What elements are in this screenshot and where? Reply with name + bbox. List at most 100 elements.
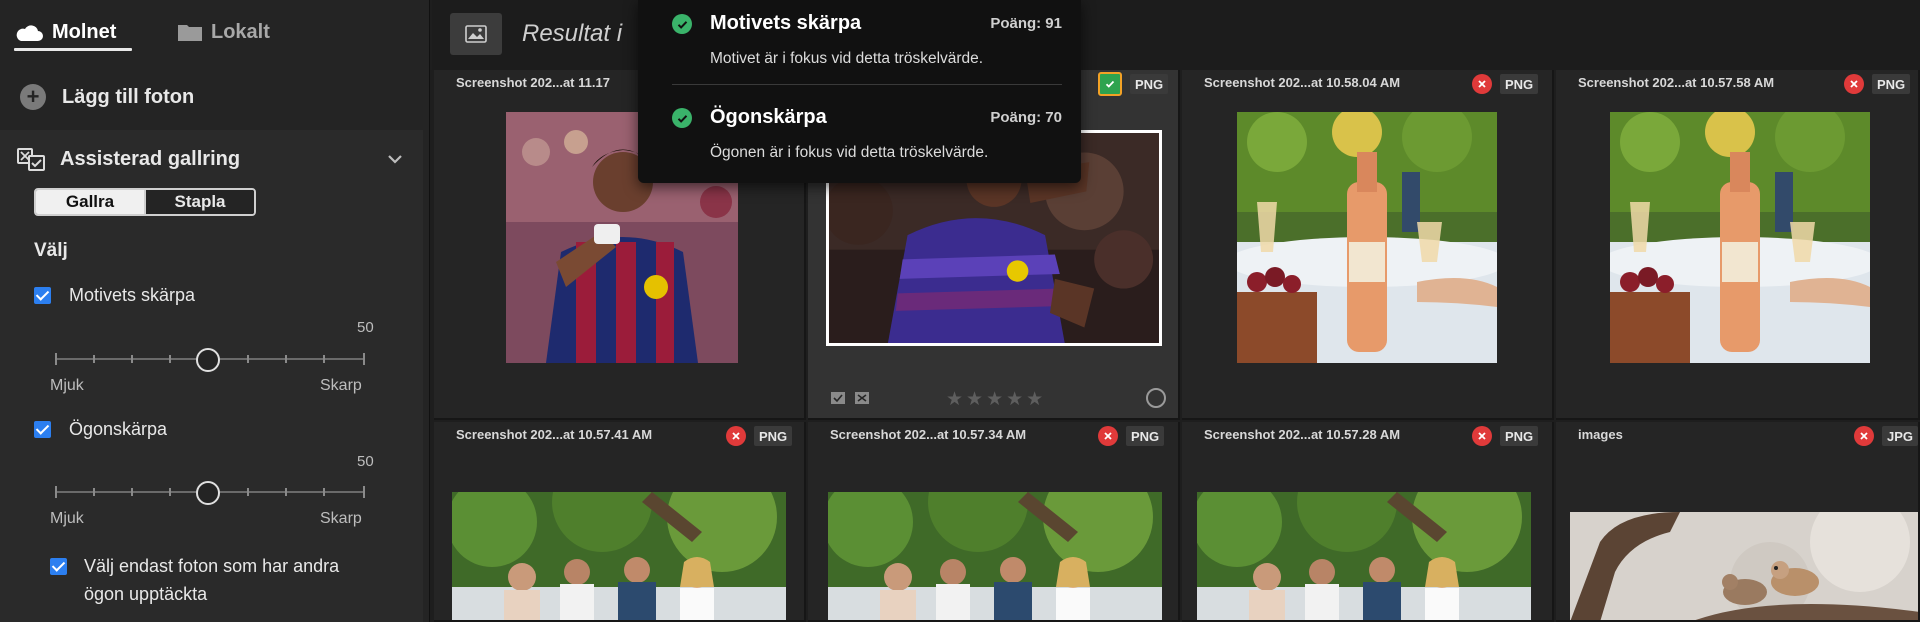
photo-cell[interactable]: Screenshot 202...at 10.57.28 AM PNG bbox=[1182, 422, 1554, 622]
photo-cell[interactable]: Screenshot 202...at 10.57.34 AM PNG bbox=[808, 422, 1180, 622]
file-type-badge: PNG bbox=[1130, 74, 1169, 94]
check-circle-icon bbox=[672, 14, 692, 34]
slider-thumb[interactable] bbox=[196, 348, 220, 372]
sharpness-score-tooltip: Motivets skärpa Poäng: 91 Motivet är i f… bbox=[638, 0, 1081, 183]
sidebar: Molnet Lokalt + Lägg till foton Assister… bbox=[0, 0, 430, 622]
slider-tick bbox=[247, 488, 249, 496]
assisted-culling-header[interactable]: Assisterad gallring bbox=[16, 142, 406, 176]
slider-tick bbox=[55, 486, 57, 498]
eye-sharpness-checkbox[interactable] bbox=[34, 421, 51, 438]
photo-cell[interactable]: images JPG bbox=[1556, 422, 1920, 622]
select-circle-icon[interactable] bbox=[1146, 388, 1166, 408]
slider-tick bbox=[169, 488, 171, 496]
photo-thumbnail[interactable] bbox=[1570, 512, 1918, 620]
photo-thumbnail[interactable] bbox=[452, 492, 786, 620]
slider-tick bbox=[323, 488, 325, 496]
photo-thumbnail[interactable] bbox=[1610, 112, 1870, 363]
photo-filename: Screenshot 202...at 11.17 bbox=[456, 75, 610, 90]
star-rating[interactable]: ★★★★★ bbox=[946, 388, 1046, 411]
slider-min-label: Mjuk bbox=[50, 377, 84, 394]
tab-local[interactable]: Lokalt bbox=[177, 14, 270, 50]
photo-filename: Screenshot 202...at 10.57.28 AM bbox=[1204, 427, 1401, 442]
tooltip-description: Motivet är i fokus vid detta tröskelvärd… bbox=[710, 50, 984, 67]
mode-cull-option[interactable]: Gallra bbox=[36, 190, 144, 214]
active-tab-indicator bbox=[14, 48, 132, 51]
slider-tick bbox=[93, 355, 95, 363]
slider-tick bbox=[131, 355, 133, 363]
tooltip-title: Ögonskärpa bbox=[710, 106, 827, 128]
view-mode-button[interactable] bbox=[450, 13, 502, 55]
slider-min-label: Mjuk bbox=[50, 510, 84, 527]
slider-tick bbox=[93, 488, 95, 496]
file-type-badge: PNG bbox=[754, 426, 793, 446]
select-heading: Välj bbox=[34, 240, 68, 261]
slider-thumb[interactable] bbox=[196, 481, 220, 505]
file-type-badge: PNG bbox=[1872, 74, 1911, 94]
photo-thumbnail[interactable] bbox=[1197, 492, 1531, 620]
rejected-status-icon[interactable] bbox=[1472, 74, 1492, 94]
eye-sharpness-value: 50 bbox=[357, 453, 374, 470]
image-icon bbox=[465, 25, 487, 43]
slider-tick bbox=[285, 488, 287, 496]
photo-thumbnail[interactable] bbox=[1237, 112, 1497, 363]
photo-cell[interactable]: Screenshot 202...at 10.57.41 AM PNG bbox=[434, 422, 806, 622]
eyes-only-checkbox[interactable] bbox=[50, 558, 67, 575]
subject-sharpness-checkbox[interactable] bbox=[34, 287, 51, 304]
tab-local-label: Lokalt bbox=[211, 20, 270, 43]
tooltip-score: Poäng: 91 bbox=[990, 15, 1062, 32]
photo-filename: images bbox=[1578, 427, 1623, 442]
cull-stack-toggle: Gallra Stapla bbox=[34, 188, 256, 216]
tooltip-divider bbox=[672, 84, 1062, 85]
mode-stack-option[interactable]: Stapla bbox=[144, 190, 254, 214]
subject-sharpness-label: Motivets skärpa bbox=[69, 285, 196, 305]
subject-sharpness-value: 50 bbox=[357, 319, 374, 336]
rejected-status-icon[interactable] bbox=[1098, 426, 1118, 446]
file-type-badge: JPG bbox=[1882, 426, 1918, 446]
add-photos-button[interactable]: + Lägg till foton bbox=[20, 80, 194, 114]
tooltip-description: Ögonen är i fokus vid detta tröskelvärde… bbox=[710, 144, 989, 161]
tab-cloud[interactable]: Molnet bbox=[14, 14, 116, 50]
slider-tick bbox=[131, 488, 133, 496]
culling-icon bbox=[17, 148, 45, 171]
add-photos-label: Lägg till foton bbox=[62, 85, 195, 108]
photo-filename: Screenshot 202...at 10.58.04 AM bbox=[1204, 75, 1401, 90]
assisted-culling-title: Assisterad gallring bbox=[60, 147, 241, 170]
file-type-badge: PNG bbox=[1500, 74, 1539, 94]
eyes-only-row: Välj endast foton som har andra ögon upp… bbox=[50, 552, 370, 608]
photo-filename: Screenshot 202...at 10.57.58 AM bbox=[1578, 75, 1775, 90]
rejected-status-icon[interactable] bbox=[1854, 426, 1874, 446]
photo-filename: Screenshot 202...at 10.57.34 AM bbox=[830, 427, 1027, 442]
photo-thumbnail[interactable] bbox=[828, 492, 1162, 620]
eye-sharpness-row: Ögonskärpa bbox=[34, 419, 167, 440]
photo-cell[interactable]: Screenshot 202...at 10.58.04 AM PNG bbox=[1182, 70, 1554, 420]
rejected-status-icon[interactable] bbox=[1472, 426, 1492, 446]
results-title: Resultat i bbox=[522, 20, 623, 47]
flag-reject-icon[interactable] bbox=[854, 391, 870, 405]
eye-sharpness-label: Ögonskärpa bbox=[69, 419, 168, 439]
tooltip-title: Motivets skärpa bbox=[710, 12, 862, 34]
photo-cell[interactable]: Screenshot 202...at 10.57.58 AM PNG bbox=[1556, 70, 1920, 420]
chevron-down-icon[interactable] bbox=[384, 148, 406, 170]
photo-footer: ★★★★★ bbox=[818, 388, 1170, 411]
slider-tick bbox=[247, 355, 249, 363]
eye-sharpness-slider[interactable] bbox=[55, 477, 365, 507]
accepted-status-icon[interactable] bbox=[1098, 72, 1122, 96]
rejected-status-icon[interactable] bbox=[1844, 74, 1864, 94]
tooltip-score: Poäng: 70 bbox=[990, 109, 1062, 126]
slider-tick bbox=[285, 355, 287, 363]
file-type-badge: PNG bbox=[1500, 426, 1539, 446]
folder-icon bbox=[178, 25, 202, 41]
slider-tick bbox=[169, 355, 171, 363]
flag-pick-icon[interactable] bbox=[830, 391, 846, 405]
slider-max-label: Skarp bbox=[320, 377, 362, 394]
slider-tick bbox=[55, 353, 57, 365]
slider-tick bbox=[323, 355, 325, 363]
rejected-status-icon[interactable] bbox=[726, 426, 746, 446]
subject-sharpness-slider[interactable] bbox=[55, 344, 365, 374]
photo-filename: Screenshot 202...at 10.57.41 AM bbox=[456, 427, 653, 442]
file-type-badge: PNG bbox=[1126, 426, 1165, 446]
subject-sharpness-row: Motivets skärpa bbox=[34, 285, 195, 306]
tab-cloud-label: Molnet bbox=[52, 20, 117, 43]
slider-tick bbox=[363, 486, 365, 498]
plus-icon: + bbox=[20, 84, 46, 110]
